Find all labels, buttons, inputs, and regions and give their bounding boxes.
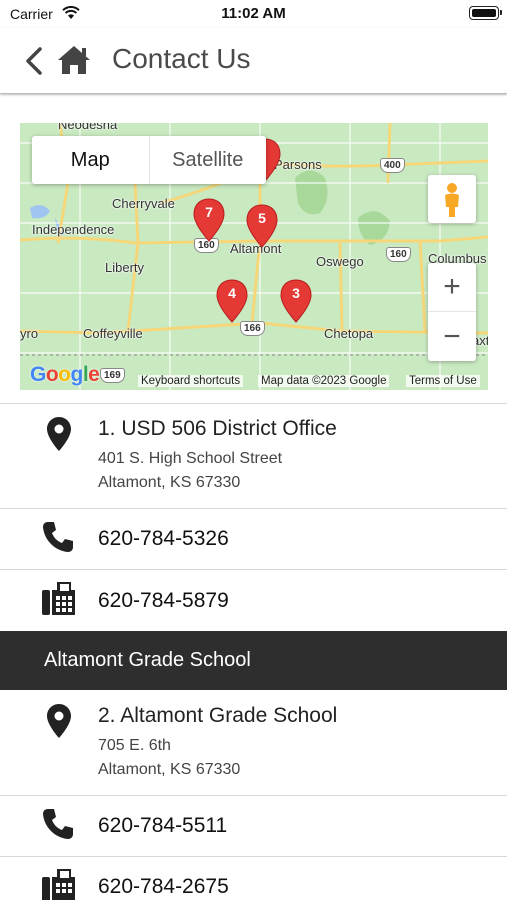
address-line-2: Altamont, KS 67330 xyxy=(98,761,241,778)
route-shield: 400 xyxy=(380,158,405,173)
map-type-satellite-button[interactable]: Satellite xyxy=(150,136,267,184)
location-name: 2. Altamont Grade School xyxy=(98,704,338,727)
address-line-2: Altamont, KS 67330 xyxy=(98,474,241,491)
map-marker[interactable]: 5 xyxy=(245,203,279,249)
divider xyxy=(0,795,507,796)
location-name: 1. USD 506 District Office xyxy=(98,417,337,440)
map-marker[interactable]: 4 xyxy=(215,278,249,324)
map-town-label: Oswego xyxy=(316,254,364,269)
keyboard-shortcuts-link[interactable]: Keyboard shortcuts xyxy=(138,375,244,387)
map-town-label: Liberty xyxy=(105,260,145,275)
divider xyxy=(0,569,507,570)
page-title: Contact Us xyxy=(112,43,251,74)
section-header: Altamont Grade School xyxy=(0,631,507,690)
phone-icon xyxy=(43,809,73,839)
fax-icon xyxy=(42,869,75,900)
address-line-1: 705 E. 6th xyxy=(98,737,171,754)
map-marker-label: 7 xyxy=(205,204,213,220)
battery-icon xyxy=(469,6,502,20)
map-marker[interactable]: 3 xyxy=(279,278,313,324)
zoom-out-button[interactable]: − xyxy=(428,312,476,361)
map-data-attribution: Map data ©2023 Google xyxy=(258,375,390,387)
phone-number: 620-784-5326 xyxy=(98,527,229,550)
map-town-label: Neodesha xyxy=(58,123,118,132)
google-logo: Google xyxy=(30,363,100,386)
divider xyxy=(0,856,507,857)
terms-of-use-link[interactable]: Terms of Use xyxy=(406,375,480,387)
route-shield: 160 xyxy=(386,247,411,262)
map-type-map-button[interactable]: Map xyxy=(32,136,150,184)
phone-number: 620-784-5511 xyxy=(98,814,228,837)
clock: 11:02 AM xyxy=(221,5,286,22)
location-pin-icon xyxy=(47,417,71,451)
divider xyxy=(0,403,507,404)
map-marker-label: 3 xyxy=(292,285,300,301)
map-town-label: Independence xyxy=(32,222,115,237)
location-pin-icon xyxy=(47,704,71,738)
fax-icon xyxy=(42,582,75,615)
fax-number: 620-784-5879 xyxy=(98,589,229,612)
map-marker-label: 5 xyxy=(258,210,266,226)
map-view[interactable]: Neodesha Cherryvale Independence Liberty… xyxy=(20,123,488,390)
fax-number: 620-784-2675 xyxy=(98,875,229,898)
map-type-control: Map Satellite xyxy=(32,136,266,184)
nav-header: Contact Us xyxy=(0,28,507,94)
chevron-left-icon[interactable] xyxy=(24,46,44,76)
phone-icon xyxy=(43,522,73,552)
route-shield: 169 xyxy=(100,368,125,383)
section-header-label: Altamont Grade School xyxy=(44,649,251,671)
map-marker[interactable]: 7 xyxy=(192,197,226,243)
map-marker-label: 4 xyxy=(228,285,236,301)
status-bar: Carrier 11:02 AM xyxy=(0,0,507,28)
map-town-label: Coffeyville xyxy=(83,326,143,341)
street-view-pegman-icon[interactable] xyxy=(428,175,476,223)
home-icon[interactable] xyxy=(56,44,92,76)
zoom-in-button[interactable]: + xyxy=(428,263,476,312)
zoom-control: + − xyxy=(428,263,476,361)
divider xyxy=(0,508,507,509)
map-town-label: Cherryvale xyxy=(112,196,175,211)
address-line-1: 401 S. High School Street xyxy=(98,450,283,467)
map-town-label: Chetopa xyxy=(324,326,374,341)
map-town-label: yro xyxy=(20,326,39,341)
